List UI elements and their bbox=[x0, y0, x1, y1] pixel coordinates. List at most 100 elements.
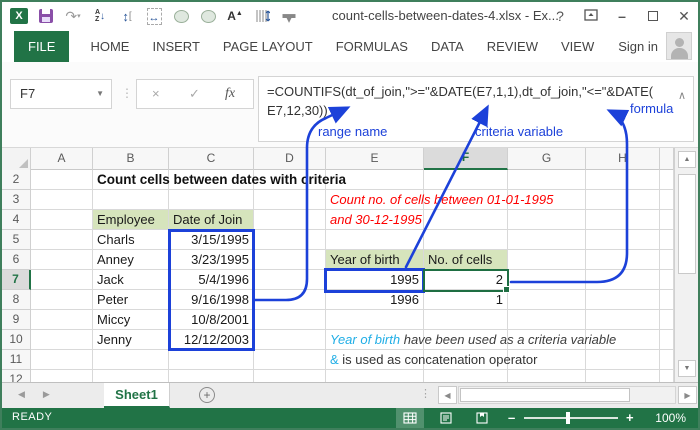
tab-insert[interactable]: INSERT bbox=[150, 31, 201, 62]
user-avatar[interactable] bbox=[666, 32, 692, 60]
cell-C3[interactable] bbox=[169, 190, 254, 210]
row-header-10[interactable]: 10 bbox=[2, 330, 31, 350]
cell-E8[interactable]: 1996 bbox=[326, 290, 424, 310]
insert-function-icon[interactable]: fx bbox=[225, 80, 235, 108]
cell-F6[interactable]: No. of cells bbox=[424, 250, 508, 270]
row-header-8[interactable]: 8 bbox=[2, 290, 31, 310]
column-header-H[interactable]: H bbox=[586, 148, 660, 170]
scroll-up-icon[interactable]: ▲ bbox=[678, 151, 696, 168]
cell-G4[interactable] bbox=[508, 210, 586, 230]
increase-font-icon[interactable]: A▲ bbox=[226, 7, 244, 25]
scroll-right-icon[interactable]: ▶ bbox=[678, 386, 697, 404]
tab-view[interactable]: VIEW bbox=[559, 31, 596, 62]
cell-C12[interactable] bbox=[169, 370, 254, 382]
cell-E6[interactable]: Year of birth bbox=[326, 250, 424, 270]
tab-review[interactable]: REVIEW bbox=[485, 31, 540, 62]
cell-E5[interactable] bbox=[326, 230, 424, 250]
redo-icon[interactable]: ↷ ▾ bbox=[64, 7, 82, 25]
column-header-G[interactable]: G bbox=[508, 148, 586, 170]
cell-H6[interactable] bbox=[586, 250, 660, 270]
minimize-icon[interactable]: – bbox=[614, 8, 630, 24]
cell-A7[interactable] bbox=[31, 270, 93, 290]
cell-E4[interactable]: and 30-12-1995 bbox=[326, 210, 424, 230]
cell-H2[interactable] bbox=[586, 170, 660, 190]
column-header-E[interactable]: E bbox=[326, 148, 424, 170]
name-box[interactable]: F7 ▼ bbox=[10, 79, 112, 109]
cell-A3[interactable] bbox=[31, 190, 93, 210]
cell-H8[interactable] bbox=[586, 290, 660, 310]
cell-B8[interactable]: Peter bbox=[93, 290, 169, 310]
cell-G12[interactable] bbox=[508, 370, 586, 382]
cell-B2[interactable]: Count cells between dates with criteria bbox=[93, 170, 346, 190]
cell-D6[interactable] bbox=[254, 250, 326, 270]
tab-formulas[interactable]: FORMULAS bbox=[334, 31, 410, 62]
column-header-D[interactable]: D bbox=[254, 148, 326, 170]
cell-A5[interactable] bbox=[31, 230, 93, 250]
zoom-level[interactable]: 100% bbox=[655, 411, 686, 425]
cell-D7[interactable] bbox=[254, 270, 326, 290]
cancel-entry-icon[interactable]: × bbox=[152, 80, 160, 108]
cell-A6[interactable] bbox=[31, 250, 93, 270]
maximize-icon[interactable] bbox=[645, 8, 661, 24]
row-header-12[interactable]: 12 bbox=[2, 370, 31, 382]
cell-H5[interactable] bbox=[586, 230, 660, 250]
cell-F2[interactable] bbox=[424, 170, 508, 190]
cell-G6[interactable] bbox=[508, 250, 586, 270]
row-header-3[interactable]: 3 bbox=[2, 190, 31, 210]
cell-G2[interactable] bbox=[508, 170, 586, 190]
cell-B9[interactable]: Miccy bbox=[93, 310, 169, 330]
select-all-corner[interactable] bbox=[2, 148, 31, 170]
column-header-F[interactable]: F bbox=[424, 148, 508, 170]
cell-B11[interactable] bbox=[93, 350, 169, 370]
cell-B7[interactable]: Jack bbox=[93, 270, 169, 290]
tab-data[interactable]: DATA bbox=[429, 31, 466, 62]
row-header-5[interactable]: 5 bbox=[2, 230, 31, 250]
ribbon-display-options-icon[interactable] bbox=[583, 8, 599, 24]
row-header-9[interactable]: 9 bbox=[2, 310, 31, 330]
cell-H4[interactable] bbox=[586, 210, 660, 230]
cell-G9[interactable] bbox=[508, 310, 586, 330]
row-header-6[interactable]: 6 bbox=[2, 250, 31, 270]
cell-H7[interactable] bbox=[586, 270, 660, 290]
help-icon[interactable]: ? bbox=[552, 8, 568, 24]
cell-A2[interactable] bbox=[31, 170, 93, 190]
page-layout-view-icon[interactable] bbox=[432, 408, 460, 428]
horizontal-scrollbar[interactable] bbox=[458, 386, 676, 404]
cell-C11[interactable] bbox=[169, 350, 254, 370]
tab-home[interactable]: HOME bbox=[88, 31, 131, 62]
cell-A11[interactable] bbox=[31, 350, 93, 370]
cell-A8[interactable] bbox=[31, 290, 93, 310]
vertical-scroll-thumb[interactable] bbox=[678, 174, 696, 274]
scroll-down-icon[interactable]: ▼ bbox=[678, 360, 696, 377]
sign-in-link[interactable]: Sign in bbox=[618, 39, 658, 54]
save-icon[interactable] bbox=[37, 7, 55, 25]
page-break-preview-icon[interactable] bbox=[468, 408, 496, 428]
cell-E10[interactable]: Year of birth have been used as a criter… bbox=[326, 330, 616, 350]
cell-F4[interactable] bbox=[424, 210, 508, 230]
cell-D10[interactable] bbox=[254, 330, 326, 350]
cell-B10[interactable]: Jenny bbox=[93, 330, 169, 350]
qat-customize-icon[interactable]: ▬ ▾ bbox=[280, 7, 298, 25]
cell-B6[interactable]: Anney bbox=[93, 250, 169, 270]
row-header-4[interactable]: 4 bbox=[2, 210, 31, 230]
cell-F8[interactable]: 1 bbox=[424, 290, 508, 310]
excel-logo-icon[interactable]: X bbox=[10, 7, 28, 25]
zoom-in-icon[interactable]: + bbox=[626, 410, 634, 425]
cell-E12[interactable] bbox=[326, 370, 424, 382]
cell-B12[interactable] bbox=[93, 370, 169, 382]
cell-B4[interactable]: Employee bbox=[93, 210, 169, 230]
cell-B3[interactable] bbox=[93, 190, 169, 210]
cell-A12[interactable] bbox=[31, 370, 93, 382]
cell-H11[interactable] bbox=[586, 350, 660, 370]
new-sheet-icon[interactable]: + bbox=[199, 387, 215, 403]
cell-H9[interactable] bbox=[586, 310, 660, 330]
prev-sheet-icon[interactable]: ◀ bbox=[18, 389, 25, 400]
cell-D9[interactable] bbox=[254, 310, 326, 330]
horizontal-scroll-thumb[interactable] bbox=[460, 388, 630, 402]
close-icon[interactable]: ✕ bbox=[676, 8, 692, 25]
sheet-tab-sheet1[interactable]: Sheet1 bbox=[104, 383, 170, 408]
cell-F12[interactable] bbox=[424, 370, 508, 382]
next-sheet-icon[interactable]: ▶ bbox=[43, 389, 50, 400]
column-header-B[interactable]: B bbox=[93, 148, 169, 170]
zoom-slider-thumb[interactable] bbox=[566, 412, 570, 424]
